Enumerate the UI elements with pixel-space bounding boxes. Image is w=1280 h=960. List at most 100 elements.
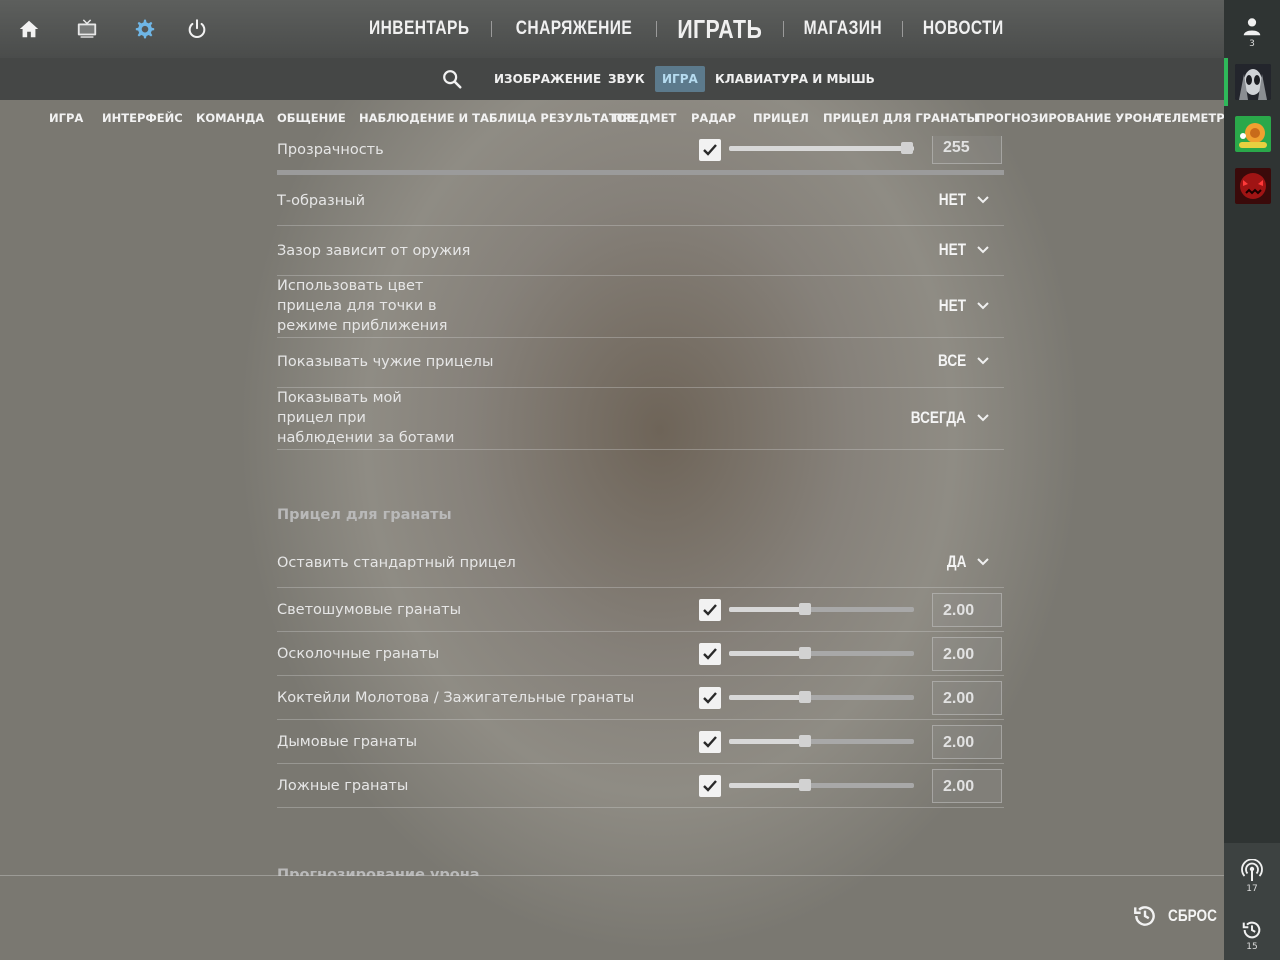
chevron-down-icon	[977, 302, 989, 310]
setting-label: Коктейли Молотова / Зажигательные гранат…	[277, 690, 635, 706]
category-grenade-crosshair[interactable]: ПРИЦЕЛ ДЛЯ ГРАНАТЫ	[823, 111, 978, 125]
checkmark-icon	[703, 780, 717, 792]
setting-row-grenade: Осколочные гранаты 2.00	[277, 632, 1004, 676]
dropdown-value: ВСЕГДА	[910, 408, 966, 427]
broadcast-count: 17	[1246, 884, 1258, 894]
grenade-slider[interactable]	[729, 691, 914, 703]
grenade-slider[interactable]	[729, 603, 914, 615]
category-team[interactable]: КОМАНДА	[196, 111, 264, 125]
grenade-slider[interactable]	[729, 735, 914, 747]
setting-label: Показывать мой прицел при наблюдении за …	[277, 390, 455, 446]
grenade-checkbox[interactable]	[699, 731, 721, 753]
slider-thumb[interactable]	[900, 142, 913, 154]
avatar[interactable]	[1235, 168, 1271, 204]
nav-store[interactable]: МАГАЗИН	[793, 18, 893, 40]
setting-row-grenade: Коктейли Молотова / Зажигательные гранат…	[277, 676, 1004, 720]
setting-row-show-others-crosshairs: Показывать чужие прицелы ВСЕ	[277, 338, 1004, 388]
reset-label: СБРОС	[1168, 906, 1217, 925]
chevron-down-icon	[977, 246, 989, 254]
slider-fill	[729, 695, 805, 700]
category-bar: ИГРА ИНТЕРФЕЙС КОМАНДА ОБЩЕНИЕ НАБЛЮДЕНИ…	[0, 100, 1224, 136]
slider-thumb[interactable]	[798, 691, 811, 703]
category-item[interactable]: ПРЕДМЕТ	[613, 111, 676, 125]
tv-icon[interactable]	[74, 16, 100, 42]
slider-thumb[interactable]	[798, 603, 811, 615]
avatar[interactable]	[1235, 116, 1271, 152]
reset-button[interactable]: СБРОС	[1132, 903, 1229, 929]
chevron-down-icon	[977, 414, 989, 422]
slider-fill	[729, 607, 805, 612]
tab-game[interactable]: ИГРА	[655, 66, 705, 92]
category-spectating[interactable]: НАБЛЮДЕНИЕ И ТАБЛИЦА РЕЗУЛЬТАТОВ	[359, 111, 635, 125]
grenade-value-field[interactable]: 2.00	[932, 637, 1002, 671]
grenade-slider[interactable]	[729, 647, 914, 659]
gear-icon[interactable]	[132, 16, 158, 42]
nav-inventory[interactable]: ИНВЕНТАРЬ	[358, 18, 480, 40]
setting-label: Т-образный	[277, 193, 366, 209]
avatar[interactable]	[1235, 64, 1271, 100]
online-indicator	[1224, 58, 1228, 106]
friends-button[interactable]: 3	[1224, 16, 1280, 49]
top-navigation-bar: ИНВЕНТАРЬ СНАРЯЖЕНИЕ ИГРАТЬ МАГАЗИН НОВО…	[0, 0, 1224, 58]
opacity-checkbox[interactable]	[699, 139, 721, 161]
category-damage-prediction[interactable]: ПРОГНОЗИРОВАНИЕ УРОНА	[976, 111, 1161, 125]
show-others-crosshairs-dropdown[interactable]: ВСЕ	[931, 351, 990, 371]
tab-audio[interactable]: ЗВУК	[601, 66, 652, 92]
dropdown-value: НЕТ	[938, 296, 966, 315]
main-nav: ИНВЕНТАРЬ СНАРЯЖЕНИЕ ИГРАТЬ МАГАЗИН НОВО…	[345, 0, 1025, 58]
setting-label: Ложные гранаты	[277, 778, 409, 794]
chevron-down-icon	[977, 357, 989, 365]
slider-thumb[interactable]	[798, 647, 811, 659]
category-telemetry[interactable]: ТЕЛЕМЕТРИЯ	[1156, 111, 1224, 125]
search-icon[interactable]	[441, 68, 463, 90]
my-crosshair-bots-dropdown[interactable]: ВСЕГДА	[897, 408, 990, 428]
setting-label: Дымовые гранаты	[277, 734, 418, 750]
home-icon[interactable]	[16, 16, 42, 42]
grenade-checkbox[interactable]	[699, 775, 721, 797]
history-icon	[1242, 921, 1261, 939]
weapon-gap-dropdown[interactable]: НЕТ	[932, 240, 990, 260]
grenade-value-field[interactable]: 2.00	[932, 725, 1002, 759]
setting-row-grenade: Ложные гранаты 2.00	[277, 764, 1004, 808]
category-game[interactable]: ИГРА	[49, 111, 83, 125]
friends-sidebar: 3 17 15	[1224, 0, 1280, 960]
opacity-slider[interactable]	[729, 142, 914, 154]
keep-default-crosshair-dropdown[interactable]: ДА	[942, 552, 990, 572]
grenade-value-field[interactable]: 2.00	[932, 593, 1002, 627]
setting-row-grenade: Дымовые гранаты 2.00	[277, 720, 1004, 764]
grenade-value-field[interactable]: 2.00	[932, 769, 1002, 803]
nav-loadout[interactable]: СНАРЯЖЕНИЕ	[506, 18, 644, 40]
grenade-slider[interactable]	[729, 779, 914, 791]
history-count: 15	[1246, 942, 1258, 952]
setting-row-zoom-dot-color: Использовать цвет прицела для точки в ре…	[277, 276, 1004, 338]
slider-thumb[interactable]	[798, 735, 811, 747]
nav-news[interactable]: НОВОСТИ	[912, 18, 1014, 40]
nav-divider	[491, 21, 493, 37]
broadcast-button[interactable]: 17	[1224, 859, 1280, 894]
category-crosshair[interactable]: ПРИЦЕЛ	[753, 111, 809, 125]
grenade-value-field[interactable]: 2.00	[932, 681, 1002, 715]
section-title-grenade-crosshair: Прицел для гранаты	[277, 507, 452, 523]
tab-video[interactable]: ИЗОБРАЖЕНИЕ	[487, 66, 608, 92]
grenade-checkbox[interactable]	[699, 687, 721, 709]
checkmark-icon	[703, 692, 717, 704]
chevron-down-icon	[977, 196, 989, 204]
recent-players-button[interactable]: 15	[1224, 919, 1280, 952]
tab-keyboard-mouse[interactable]: КЛАВИАТУРА И МЫШЬ	[708, 66, 882, 92]
slider-fill	[729, 651, 805, 656]
setting-label: Осколочные гранаты	[277, 646, 440, 662]
t-style-dropdown[interactable]: НЕТ	[932, 190, 990, 210]
nav-play[interactable]: ИГРАТЬ	[667, 14, 773, 45]
category-communication[interactable]: ОБЩЕНИЕ	[277, 111, 346, 125]
grenade-checkbox[interactable]	[699, 599, 721, 621]
category-interface[interactable]: ИНТЕРФЕЙС	[102, 111, 183, 125]
setting-row-keep-default-crosshair: Оставить стандартный прицел ДА	[277, 541, 1004, 588]
grenade-checkbox[interactable]	[699, 643, 721, 665]
zoom-dot-color-dropdown[interactable]: НЕТ	[932, 296, 990, 316]
power-icon[interactable]	[184, 16, 210, 42]
category-radar[interactable]: РАДАР	[691, 111, 736, 125]
opacity-value-field[interactable]: 255	[932, 136, 1002, 164]
slider-thumb[interactable]	[798, 779, 811, 791]
nav-divider	[656, 21, 658, 37]
settings-panel: Прозрачность 255 Т-образный НЕТ Зазор за…	[277, 136, 1004, 876]
